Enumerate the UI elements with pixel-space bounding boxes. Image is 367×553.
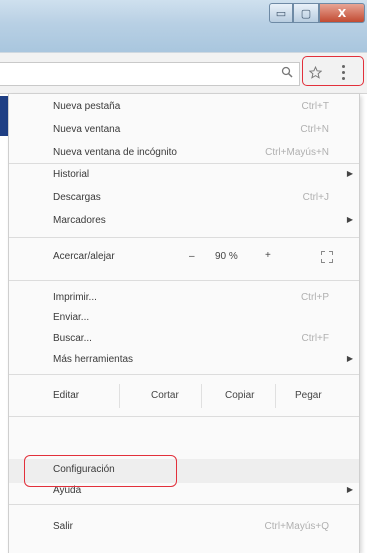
menu-item-history[interactable]: Historial ▶ [9, 166, 359, 186]
fullscreen-icon[interactable] [321, 251, 333, 263]
menu-button-highlight [302, 56, 364, 86]
menu-item-find[interactable]: Buscar... Ctrl+F [9, 330, 359, 350]
close-button[interactable]: X [319, 3, 365, 23]
edit-label: Editar [53, 390, 80, 401]
edit-divider [119, 384, 120, 408]
maximize-button[interactable]: ▢ [293, 3, 319, 23]
zoom-label: Acercar/alejar [53, 251, 115, 262]
menu-item-bookmarks[interactable]: Marcadores ▶ [9, 212, 359, 232]
menu-item-exit[interactable]: Salir Ctrl+Mayús+Q [9, 518, 359, 538]
window-controls: ▭ ▢ X [269, 3, 365, 23]
minimize-icon: ▭ [275, 6, 287, 20]
menu-zoom-row: Acercar/alejar – 90 % + [9, 248, 359, 268]
chevron-right-icon: ▶ [346, 215, 353, 224]
paste-button[interactable]: Pegar [295, 390, 322, 401]
menu-item-more-tools[interactable]: Más herramientas ▶ [9, 351, 359, 371]
page-header-bar [0, 96, 8, 136]
zoom-in-button[interactable]: + [265, 250, 271, 261]
chevron-right-icon: ▶ [346, 354, 353, 363]
chevron-right-icon: ▶ [346, 485, 353, 494]
minimize-button[interactable]: ▭ [269, 3, 293, 23]
maximize-icon: ▢ [300, 6, 312, 20]
menu-separator [9, 163, 359, 164]
menu-separator [9, 374, 359, 375]
window-title-bar: ▭ ▢ X [0, 0, 367, 52]
menu-edit-row: Editar Cortar Copiar Pegar [9, 384, 359, 408]
zoom-level: 90 % [215, 251, 238, 262]
menu-item-new-tab[interactable]: Nueva pestaña Ctrl+T [9, 98, 359, 118]
close-icon: X [337, 6, 347, 20]
menu-item-cast[interactable]: Enviar... [9, 309, 359, 329]
copy-button[interactable]: Copiar [225, 390, 254, 401]
address-bar[interactable] [0, 62, 300, 86]
cut-button[interactable]: Cortar [151, 390, 179, 401]
settings-highlight [24, 455, 177, 487]
menu-item-new-window[interactable]: Nueva ventana Ctrl+N [9, 121, 359, 141]
edit-divider [201, 384, 202, 408]
page-content-strip [0, 94, 8, 553]
menu-separator [9, 280, 359, 281]
menu-separator [9, 416, 359, 417]
menu-item-print[interactable]: Imprimir... Ctrl+P [9, 289, 359, 309]
menu-separator [9, 504, 359, 505]
magnifier-icon[interactable] [278, 62, 296, 82]
menu-item-downloads[interactable]: Descargas Ctrl+J [9, 189, 359, 209]
chevron-right-icon: ▶ [346, 169, 353, 178]
edit-divider [275, 384, 276, 408]
menu-separator [9, 237, 359, 238]
zoom-out-button[interactable]: – [189, 251, 195, 262]
menu-item-new-incognito[interactable]: Nueva ventana de incógnito Ctrl+Mayús+N [9, 144, 359, 164]
